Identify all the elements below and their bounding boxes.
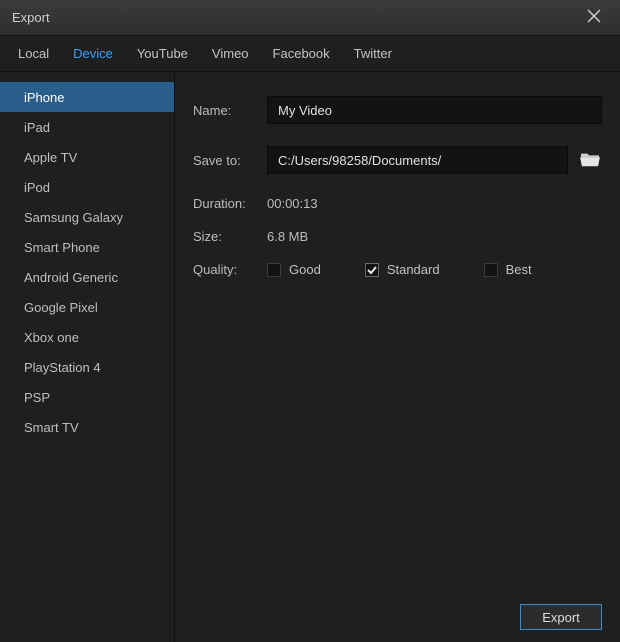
sidebar-item-iphone[interactable]: iPhone <box>0 82 174 112</box>
size-row: Size: 6.8 MB <box>193 229 602 244</box>
tab-facebook[interactable]: Facebook <box>261 36 342 72</box>
sidebar-item-psp[interactable]: PSP <box>0 382 174 412</box>
device-sidebar: iPhone iPad Apple TV iPod Samsung Galaxy… <box>0 72 175 642</box>
browse-folder-button[interactable] <box>578 148 602 172</box>
folder-icon <box>579 150 601 171</box>
sidebar-item-pixel[interactable]: Google Pixel <box>0 292 174 322</box>
titlebar: Export <box>0 0 620 36</box>
tabs: Local Device YouTube Vimeo Facebook Twit… <box>0 36 620 72</box>
quality-best-label: Best <box>506 262 532 277</box>
close-button[interactable] <box>580 4 608 32</box>
sidebar-item-samsung[interactable]: Samsung Galaxy <box>0 202 174 232</box>
size-label: Size: <box>193 229 267 244</box>
checkbox-icon <box>267 263 281 277</box>
checkbox-icon <box>484 263 498 277</box>
name-row: Name: <box>193 96 602 124</box>
tab-twitter[interactable]: Twitter <box>342 36 404 72</box>
quality-standard-label: Standard <box>387 262 440 277</box>
sidebar-item-xbox[interactable]: Xbox one <box>0 322 174 352</box>
name-label: Name: <box>193 103 267 118</box>
quality-option-best[interactable]: Best <box>484 262 532 277</box>
dialog-body: iPhone iPad Apple TV iPod Samsung Galaxy… <box>0 72 620 642</box>
quality-good-label: Good <box>289 262 321 277</box>
size-value: 6.8 MB <box>267 229 308 244</box>
quality-label: Quality: <box>193 262 267 277</box>
quality-option-standard[interactable]: Standard <box>365 262 440 277</box>
sidebar-item-ipod[interactable]: iPod <box>0 172 174 202</box>
sidebar-item-android[interactable]: Android Generic <box>0 262 174 292</box>
quality-option-good[interactable]: Good <box>267 262 321 277</box>
saveto-label: Save to: <box>193 153 267 168</box>
sidebar-item-smarttv[interactable]: Smart TV <box>0 412 174 442</box>
duration-value: 00:00:13 <box>267 196 318 211</box>
saveto-row: Save to: <box>193 146 602 174</box>
tab-youtube[interactable]: YouTube <box>125 36 200 72</box>
export-button[interactable]: Export <box>520 604 602 630</box>
window-title: Export <box>12 10 50 25</box>
sidebar-item-appletv[interactable]: Apple TV <box>0 142 174 172</box>
tab-local[interactable]: Local <box>6 36 61 72</box>
tab-vimeo[interactable]: Vimeo <box>200 36 261 72</box>
sidebar-item-smartphone[interactable]: Smart Phone <box>0 232 174 262</box>
quality-options: Good Standard Best <box>267 262 532 277</box>
name-input[interactable] <box>267 96 602 124</box>
duration-row: Duration: 00:00:13 <box>193 196 602 211</box>
quality-row: Quality: Good Standard <box>193 262 602 277</box>
checkbox-checked-icon <box>365 263 379 277</box>
duration-label: Duration: <box>193 196 267 211</box>
close-icon <box>587 9 601 26</box>
tab-device[interactable]: Device <box>61 36 125 72</box>
sidebar-item-ipad[interactable]: iPad <box>0 112 174 142</box>
export-dialog: Export Local Device YouTube Vimeo Facebo… <box>0 0 620 642</box>
sidebar-item-ps4[interactable]: PlayStation 4 <box>0 352 174 382</box>
main-panel: Name: Save to: Duration: 00:00:1 <box>175 72 620 642</box>
dialog-footer: Export <box>193 592 602 630</box>
saveto-input[interactable] <box>267 146 568 174</box>
